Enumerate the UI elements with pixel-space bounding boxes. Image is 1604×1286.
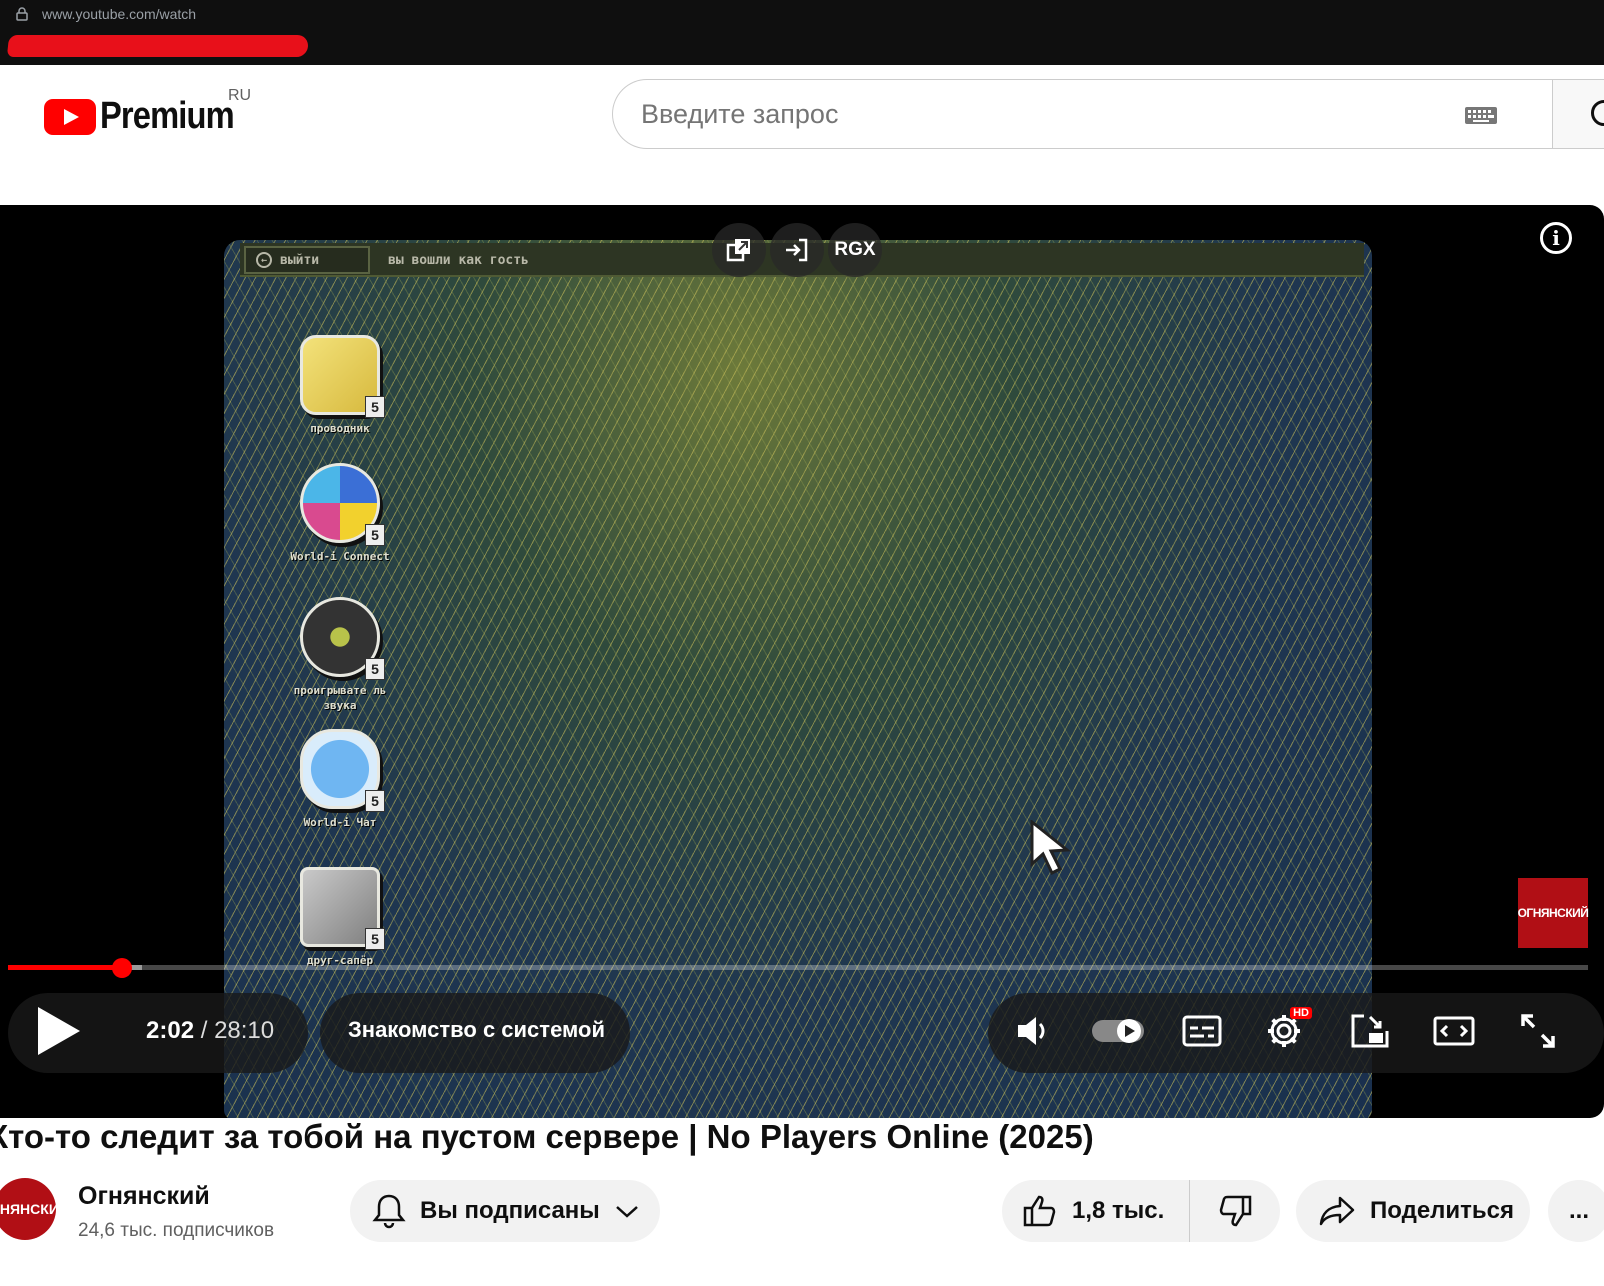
like-button[interactable]: 1,8 тыс. <box>1002 1180 1190 1242</box>
share-arrow-icon <box>1319 1196 1355 1226</box>
desktop-icon-sound-player: 5 проигрывате ль звука <box>290 597 390 713</box>
thumbs-down-icon <box>1219 1195 1252 1227</box>
channel-watermark[interactable]: ОГНЯНСКИЙ <box>1518 878 1589 948</box>
globe-icon: 5 <box>300 463 385 546</box>
duration: 28:10 <box>214 1017 275 1044</box>
desktop-icon-minesweeper: 5 друг-сапёр <box>290 867 390 968</box>
bell-icon <box>372 1194 406 1229</box>
mine-icon: 5 <box>300 867 385 950</box>
login-icon[interactable] <box>770 223 824 277</box>
volume-icon[interactable] <box>1004 1005 1060 1057</box>
desktop-icon-label: проигрывате ль звука <box>293 684 387 712</box>
channel-name[interactable]: Огнянский <box>78 1182 210 1211</box>
browser-bar: www.youtube.com/watch <box>0 0 1604 65</box>
desktop-icon-label: World-i Connect <box>290 550 390 563</box>
share-button[interactable]: Поделиться <box>1296 1180 1530 1242</box>
video-player[interactable]: ← выйти вы вошли как гость RGX 5 проводн… <box>0 205 1604 1118</box>
subscriber-count: 24,6 тыс. подписчиков <box>78 1220 275 1241</box>
time-separator: / <box>194 1017 215 1044</box>
play-button[interactable] <box>36 1005 82 1057</box>
search-box[interactable] <box>612 79 1552 149</box>
video-frame <box>224 240 1372 1118</box>
progress-bar[interactable] <box>8 958 1588 978</box>
country-code: RU <box>228 87 252 104</box>
open-external-icon[interactable] <box>712 223 766 277</box>
in-video-exit: ← выйти <box>244 246 370 274</box>
rgx-button[interactable]: RGX <box>828 223 882 277</box>
time-display: 2:02 / 28:10 <box>146 1017 274 1045</box>
music-disc-icon: 5 <box>300 597 385 680</box>
desktop-icon-world-chat: 5 World-i Чат <box>290 729 390 830</box>
youtube-premium-logo[interactable]: Premium <box>44 95 256 138</box>
desktop-icon-explorer: 5 проводник <box>290 335 390 436</box>
progress-played <box>8 965 122 970</box>
subtitles-icon[interactable] <box>1174 1005 1230 1057</box>
progress-track <box>8 965 1588 970</box>
channel-avatar[interactable]: ОГНЯНСКИЙ <box>0 1178 56 1240</box>
share-label: Поделиться <box>1370 1197 1515 1224</box>
chapter-title[interactable]: Знакомство с системой <box>348 1017 605 1043</box>
address-bar[interactable]: www.youtube.com/watch <box>16 4 196 24</box>
youtube-play-logo-icon <box>44 98 96 135</box>
settings-gear-icon[interactable]: HD <box>1256 1005 1312 1057</box>
folder-icon: 5 <box>300 335 385 418</box>
hd-badge: HD <box>1290 1007 1312 1019</box>
lock-icon <box>16 7 28 21</box>
thumbs-up-icon <box>1023 1195 1056 1227</box>
url-text[interactable]: www.youtube.com/watch <box>42 6 196 22</box>
autoplay-toggle[interactable] <box>1088 1005 1148 1057</box>
dislike-button[interactable] <box>1190 1194 1280 1228</box>
logo-text: Premium <box>100 95 235 137</box>
chevron-down-icon <box>615 1206 638 1218</box>
desktop-icon-world-connect: 5 World-i Connect <box>290 463 390 564</box>
miniplayer-icon[interactable] <box>1342 1005 1398 1057</box>
subscribed-button[interactable]: Вы подписаны <box>350 1180 660 1242</box>
more-actions-button[interactable]: ... <box>1548 1180 1604 1242</box>
in-video-exit-label: выйти <box>280 252 320 268</box>
more-icon: ... <box>1568 1197 1589 1224</box>
redaction-mark <box>6 35 310 57</box>
like-dislike-group: 1,8 тыс. <box>1002 1180 1280 1242</box>
mouse-pointer-icon <box>1030 820 1071 876</box>
search-icon <box>1591 100 1604 126</box>
desktop-icon-label: проводник <box>310 422 370 435</box>
like-count: 1,8 тыс. <box>1072 1197 1165 1224</box>
desktop-icon-label: World-i Чат <box>303 816 377 829</box>
search-input[interactable] <box>641 92 1461 136</box>
search-button[interactable] <box>1552 79 1604 149</box>
theater-mode-icon[interactable] <box>1426 1005 1482 1057</box>
subscribed-label: Вы подписаны <box>420 1197 600 1224</box>
progress-scrubber[interactable] <box>111 958 132 978</box>
keyboard-icon[interactable] <box>1464 104 1498 126</box>
back-arrow-icon: ← <box>256 252 272 268</box>
masthead: Premium RU <box>0 65 1604 205</box>
in-video-guest-label: вы вошли как гость <box>388 252 529 268</box>
video-title: Кто-то следит за тобой на пустом сервере… <box>0 1118 1094 1155</box>
chat-bubble-icon: 5 <box>300 729 385 812</box>
fullscreen-icon[interactable] <box>1510 1005 1566 1057</box>
current-time: 2:02 <box>146 1017 195 1044</box>
info-icon[interactable]: i <box>1540 222 1572 254</box>
